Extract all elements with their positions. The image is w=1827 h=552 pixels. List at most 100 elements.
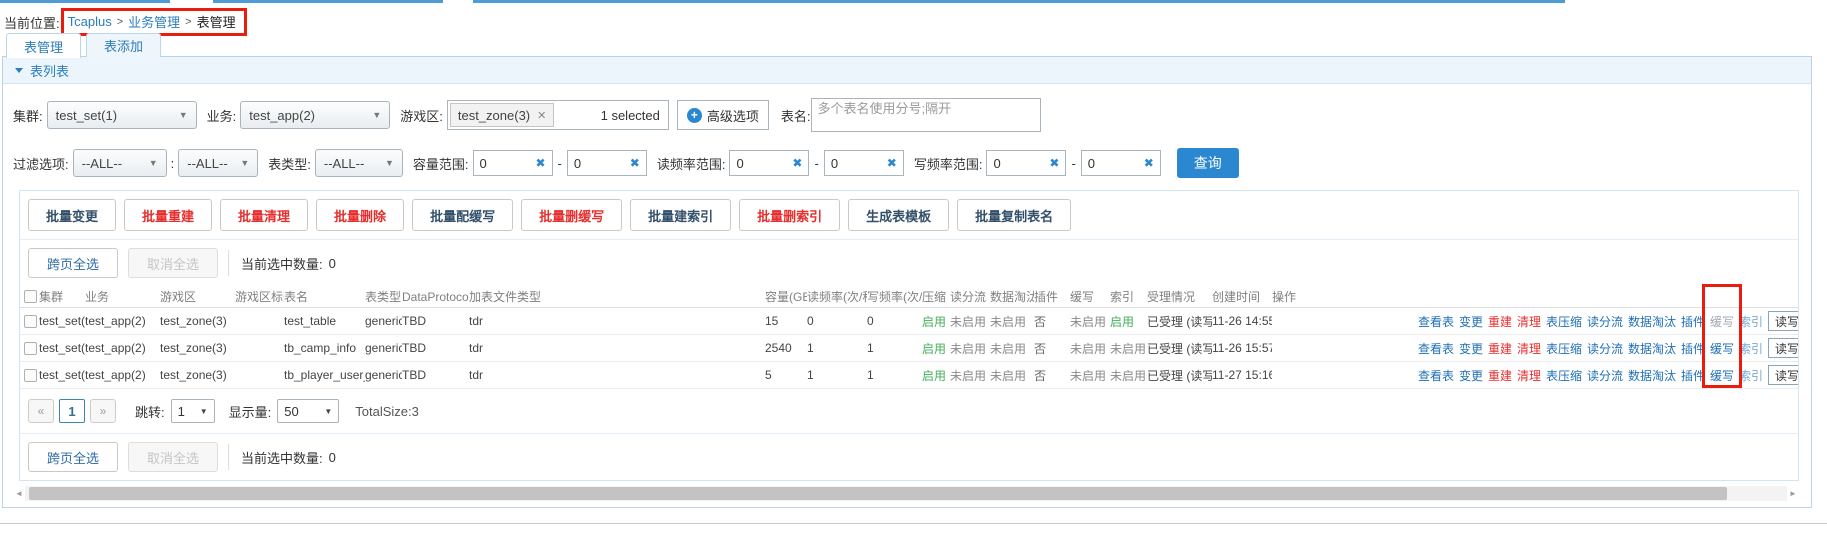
current-page-button[interactable]: 1 <box>59 399 85 423</box>
op-readwrite-select[interactable]: 读写 <box>1768 338 1799 358</box>
op-index-link[interactable]: 索引 <box>1739 367 1763 384</box>
clear-icon[interactable]: ✖ <box>1144 156 1154 170</box>
scroll-right-icon[interactable]: ► <box>1787 489 1799 498</box>
batch-change-button[interactable]: 批量变更 <box>28 199 116 231</box>
op-view-table-link[interactable]: 查看表 <box>1418 340 1454 357</box>
op-cache-write-link[interactable]: 缓写 <box>1710 340 1734 357</box>
jump-select[interactable]: 1 ▼ <box>171 399 215 423</box>
breadcrumb-link-tcaplus[interactable]: Tcaplus <box>68 14 112 29</box>
cancel-selection-button[interactable]: 取消全选 <box>128 442 218 472</box>
filter-colon: : <box>171 156 175 171</box>
op-read-split-link[interactable]: 读分流 <box>1587 313 1623 330</box>
op-plugin-link[interactable]: 插件 <box>1681 367 1705 384</box>
col-header-cluster: 集群 <box>39 288 85 305</box>
cell-index: 启用 <box>1110 313 1147 330</box>
advanced-options-button[interactable]: + 高级选项 <box>677 100 769 130</box>
query-button[interactable]: 查询 <box>1177 148 1239 178</box>
batch-delete-button[interactable]: 批量删除 <box>316 199 404 231</box>
tab-bar: 表管理 表添加 <box>6 33 161 58</box>
op-rebuild-link[interactable]: 重建 <box>1488 313 1512 330</box>
clear-icon[interactable]: ✖ <box>630 156 640 170</box>
zone-chip-close-icon[interactable]: ✕ <box>537 109 546 122</box>
cell-table-type: generic <box>365 341 402 355</box>
write-to-input[interactable]: 0 ✖ <box>1081 150 1161 176</box>
prev-page-button[interactable]: « <box>28 399 54 423</box>
app-select[interactable]: test_app(2) ▼ <box>240 101 390 129</box>
select-all-pages-button[interactable]: 跨页全选 <box>28 442 118 472</box>
op-change-link[interactable]: 变更 <box>1459 340 1483 357</box>
cell-index: 未启用 <box>1110 340 1147 357</box>
chevron-down-icon: ▼ <box>372 110 381 120</box>
cancel-selection-button[interactable]: 取消全选 <box>128 248 218 278</box>
op-clean-link[interactable]: 清理 <box>1517 313 1541 330</box>
batch-remove-index-button[interactable]: 批量删索引 <box>739 199 840 231</box>
op-readwrite-select[interactable]: 读写 <box>1768 311 1799 331</box>
op-readwrite-select[interactable]: 读写 <box>1768 365 1799 385</box>
op-index-link[interactable]: 索引 <box>1739 340 1763 357</box>
row-checkbox[interactable] <box>24 369 37 382</box>
batch-remove-cache-button[interactable]: 批量删缓写 <box>521 199 622 231</box>
next-page-button[interactable]: » <box>90 399 116 423</box>
op-view-table-link[interactable]: 查看表 <box>1418 313 1454 330</box>
op-change-link[interactable]: 变更 <box>1459 367 1483 384</box>
select-all-checkbox[interactable] <box>24 290 37 303</box>
op-plugin-link[interactable]: 插件 <box>1681 313 1705 330</box>
table-type-select[interactable]: --ALL-- ▼ <box>315 149 403 177</box>
scroll-left-icon[interactable]: ◄ <box>13 489 25 498</box>
section-header-table-list[interactable]: 表列表 <box>3 57 1811 84</box>
op-index-link[interactable]: 索引 <box>1739 313 1763 330</box>
breadcrumb-link-business-mgmt[interactable]: 业务管理 <box>128 12 180 31</box>
op-read-split-link[interactable]: 读分流 <box>1587 340 1623 357</box>
op-compress-link[interactable]: 表压缩 <box>1546 340 1582 357</box>
capacity-from-input[interactable]: 0 ✖ <box>473 150 553 176</box>
clear-icon[interactable]: ✖ <box>1049 156 1059 170</box>
filter-area: 集群: test_set(1) ▼ 业务: test_app(2) ▼ 游戏区:… <box>3 84 1811 186</box>
op-plugin-link[interactable]: 插件 <box>1681 340 1705 357</box>
cell-compress: 启用 <box>922 313 950 330</box>
cluster-select[interactable]: test_set(1) ▼ <box>47 101 197 129</box>
op-clean-link[interactable]: 清理 <box>1517 367 1541 384</box>
op-change-link[interactable]: 变更 <box>1459 313 1483 330</box>
op-cache-write-link[interactable]: 缓写 <box>1710 367 1734 384</box>
zone-multiselect[interactable]: test_zone(3) ✕ 1 selected <box>447 100 669 130</box>
scrollbar-track[interactable] <box>25 486 1787 501</box>
batch-config-cache-button[interactable]: 批量配缓写 <box>412 199 513 231</box>
op-cache-write-link[interactable]: 缓写 <box>1710 313 1734 330</box>
batch-create-index-button[interactable]: 批量建索引 <box>630 199 731 231</box>
select-all-pages-button[interactable]: 跨页全选 <box>28 248 118 278</box>
top-nav-strip-segment <box>213 0 443 3</box>
filter-option-select-2[interactable]: --ALL-- ▼ <box>178 149 258 177</box>
op-data-evict-link[interactable]: 数据淘汰 <box>1628 367 1676 384</box>
scrollbar-thumb[interactable] <box>29 487 1727 500</box>
batch-clean-button[interactable]: 批量清理 <box>220 199 308 231</box>
row-checkbox[interactable] <box>24 315 37 328</box>
op-compress-link[interactable]: 表压缩 <box>1546 367 1582 384</box>
read-to-input[interactable]: 0 ✖ <box>824 150 904 176</box>
op-clean-link[interactable]: 清理 <box>1517 340 1541 357</box>
op-rebuild-link[interactable]: 重建 <box>1488 340 1512 357</box>
batch-copy-name-button[interactable]: 批量复制表名 <box>957 199 1071 231</box>
clear-icon[interactable]: ✖ <box>535 156 545 170</box>
read-from-input[interactable]: 0 ✖ <box>729 150 809 176</box>
op-read-split-link[interactable]: 读分流 <box>1587 367 1623 384</box>
table-name-input[interactable]: 多个表名使用分号;隔开 <box>811 98 1041 132</box>
op-view-table-link[interactable]: 查看表 <box>1418 367 1454 384</box>
cell-compress: 启用 <box>922 340 950 357</box>
generate-template-button[interactable]: 生成表模板 <box>848 199 949 231</box>
clear-icon[interactable]: ✖ <box>887 156 897 170</box>
op-data-evict-link[interactable]: 数据淘汰 <box>1628 313 1676 330</box>
row-checkbox[interactable] <box>24 342 37 355</box>
page-size-select[interactable]: 50 ▼ <box>277 399 339 423</box>
tab-table-management[interactable]: 表管理 <box>6 33 81 58</box>
clear-icon[interactable]: ✖ <box>792 156 802 170</box>
op-compress-link[interactable]: 表压缩 <box>1546 313 1582 330</box>
batch-rebuild-button[interactable]: 批量重建 <box>124 199 212 231</box>
total-size-text: TotalSize:3 <box>355 404 419 419</box>
capacity-to-input[interactable]: 0 ✖ <box>567 150 647 176</box>
write-from-input[interactable]: 0 ✖ <box>986 150 1066 176</box>
op-data-evict-link[interactable]: 数据淘汰 <box>1628 340 1676 357</box>
col-header-compress: 压缩 <box>922 288 950 305</box>
tab-table-add[interactable]: 表添加 <box>86 33 161 57</box>
filter-option-select-1[interactable]: --ALL-- ▼ <box>73 149 167 177</box>
op-rebuild-link[interactable]: 重建 <box>1488 367 1512 384</box>
